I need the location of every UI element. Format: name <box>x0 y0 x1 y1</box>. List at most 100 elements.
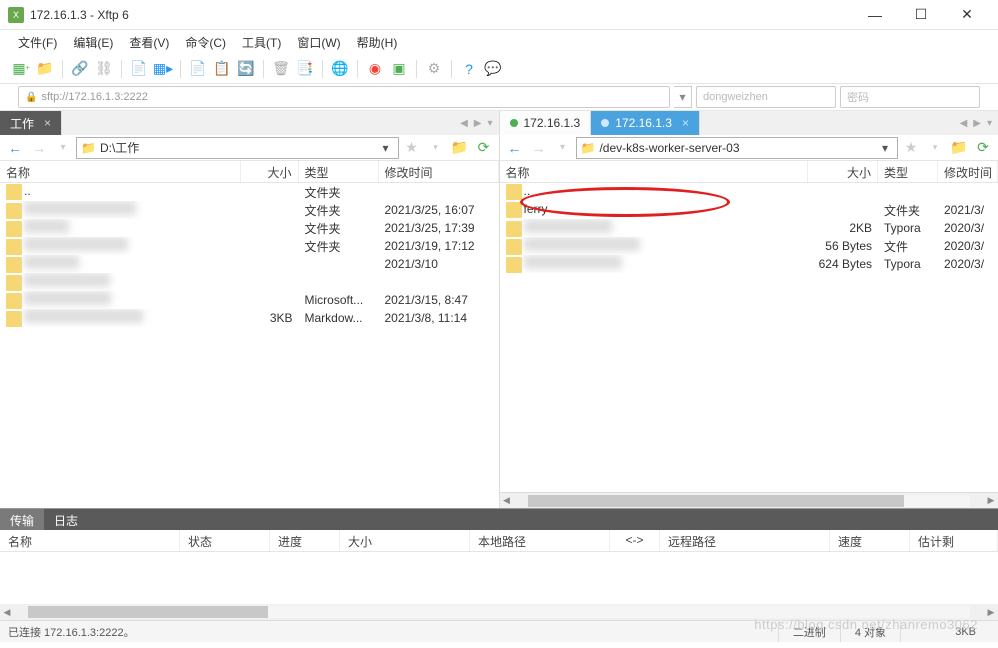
list-item[interactable]: 文件夹2021/3/25, 17:39 <box>0 219 499 237</box>
menu-view[interactable]: 查看(V) <box>123 32 175 53</box>
local-list[interactable]: ..文件夹文件夹2021/3/25, 16:07文件夹2021/3/25, 17… <box>0 183 499 508</box>
globe-icon[interactable]: 🌐 <box>329 58 351 80</box>
hdr-mtime[interactable]: 修改时间 <box>379 161 499 182</box>
bookmark-drop-icon[interactable]: ▾ <box>924 137 946 159</box>
list-item[interactable]: 2KBTypora2020/3/ <box>500 219 998 237</box>
chat-icon[interactable]: 💬 <box>482 58 504 80</box>
th-status[interactable]: 状态 <box>180 530 270 551</box>
local-tab-work[interactable]: 工作 × <box>0 111 62 135</box>
tab-menu-icon[interactable]: ▾ <box>987 118 992 129</box>
local-path-input[interactable]: 📁 D:\工作 ▾ <box>76 137 399 159</box>
list-item[interactable]: ferry文件夹2021/3/ <box>500 201 998 219</box>
close-button[interactable]: ✕ <box>944 0 990 30</box>
tab-close-icon[interactable]: × <box>44 116 51 130</box>
tab-transfer[interactable]: 传输 <box>0 509 44 530</box>
bookmark-drop-icon[interactable]: ▾ <box>425 137 447 159</box>
bookmark-icon[interactable]: ★ <box>900 137 922 159</box>
menu-tools[interactable]: 工具(T) <box>236 32 287 53</box>
menu-help[interactable]: 帮助(H) <box>351 32 404 53</box>
reconnect-icon[interactable]: 🔗 <box>69 58 91 80</box>
list-item[interactable]: 2021/3/10 <box>0 255 499 273</box>
remote-h-scroll[interactable]: ◀ ▶ <box>500 492 998 508</box>
hdr-name[interactable]: 名称 <box>500 161 809 182</box>
new-session-icon[interactable]: ▦+ <box>10 58 32 80</box>
remote-tab-2[interactable]: 172.16.1.3 × <box>591 111 700 135</box>
address-input[interactable]: 🔒 sftp://172.16.1.3:2222 <box>18 86 670 108</box>
paste-icon[interactable]: 📋 <box>211 58 233 80</box>
hdr-type[interactable]: 类型 <box>299 161 379 182</box>
list-item[interactable]: 624 BytesTypora2020/3/ <box>500 255 998 273</box>
list-item[interactable] <box>0 273 499 291</box>
th-remote[interactable]: 远程路径 <box>660 530 830 551</box>
home-icon[interactable]: 📁 <box>449 137 471 159</box>
tab-prev-icon[interactable]: ◀ <box>960 118 968 129</box>
list-item[interactable]: .. <box>500 183 998 201</box>
password-input[interactable]: 密码 <box>840 86 980 108</box>
th-eta[interactable]: 估计剩 <box>910 530 998 551</box>
settings-icon[interactable]: ⚙ <box>423 58 445 80</box>
disconnect-icon[interactable]: ⛓ <box>93 58 115 80</box>
hdr-name[interactable]: 名称 <box>0 161 241 182</box>
tab-next-icon[interactable]: ▶ <box>474 118 482 129</box>
menu-edit[interactable]: 编辑(E) <box>67 32 119 53</box>
list-item[interactable]: Microsoft...2021/3/15, 8:47 <box>0 291 499 309</box>
username-input[interactable]: dongweizhen <box>696 86 836 108</box>
tab-close-icon[interactable]: × <box>682 116 689 130</box>
sync-icon[interactable]: ▦▸ <box>152 58 174 80</box>
path-dropdown-icon[interactable]: ▾ <box>877 141 893 155</box>
forward-button[interactable]: → <box>28 137 50 159</box>
up-button[interactable]: ▾ <box>52 137 74 159</box>
copy-icon[interactable]: 📄 <box>187 58 209 80</box>
new-folder-icon[interactable]: 📄 <box>128 58 150 80</box>
tab-log[interactable]: 日志 <box>44 509 88 530</box>
list-item[interactable]: 文件夹2021/3/25, 16:07 <box>0 201 499 219</box>
hdr-mtime[interactable]: 修改时间 <box>938 161 998 182</box>
menu-file[interactable]: 文件(F) <box>12 32 63 53</box>
home-icon[interactable]: 📁 <box>948 137 970 159</box>
forward-button[interactable]: → <box>528 137 550 159</box>
th-size[interactable]: 大小 <box>340 530 470 551</box>
tab-menu-icon[interactable]: ▾ <box>487 118 492 129</box>
menu-window[interactable]: 窗口(W) <box>291 32 346 53</box>
remote-tab-1[interactable]: 172.16.1.3 <box>500 111 592 135</box>
scroll-left-icon[interactable]: ◀ <box>0 607 14 618</box>
tab-prev-icon[interactable]: ◀ <box>460 118 468 129</box>
scroll-left-icon[interactable]: ◀ <box>500 495 514 506</box>
list-item[interactable]: 56 Bytes文件2020/3/ <box>500 237 998 255</box>
remote-path-input[interactable]: 📁 /dev-k8s-worker-server-03 ▾ <box>576 137 899 159</box>
delete-icon[interactable]: 🗑 <box>270 58 292 80</box>
list-item[interactable]: 文件夹2021/3/19, 17:12 <box>0 237 499 255</box>
minimize-button[interactable]: — <box>852 0 898 30</box>
tab-next-icon[interactable]: ▶ <box>973 118 981 129</box>
hdr-type[interactable]: 类型 <box>878 161 938 182</box>
bookmark-icon[interactable]: ★ <box>401 137 423 159</box>
remote-list[interactable]: ..ferry文件夹2021/3/2KBTypora2020/3/56 Byte… <box>500 183 998 492</box>
link-icon[interactable]: ▣ <box>388 58 410 80</box>
open-session-icon[interactable]: 📁 <box>34 58 56 80</box>
up-button[interactable]: ▾ <box>552 137 574 159</box>
bottom-h-scroll[interactable]: ◀ ▶ <box>0 604 998 620</box>
back-button[interactable]: ← <box>504 137 526 159</box>
path-dropdown-icon[interactable]: ▾ <box>378 141 394 155</box>
refresh-pane-icon[interactable]: ⟳ <box>972 137 994 159</box>
help-icon[interactable]: ? <box>458 58 480 80</box>
properties-icon[interactable]: 📑 <box>294 58 316 80</box>
list-item[interactable]: 3KBMarkdow...2021/3/8, 11:14 <box>0 309 499 327</box>
hdr-size[interactable]: 大小 <box>808 161 878 182</box>
address-dropdown[interactable]: ▾ <box>674 86 692 108</box>
menu-cmd[interactable]: 命令(C) <box>179 32 232 53</box>
refresh-pane-icon[interactable]: ⟳ <box>473 137 495 159</box>
th-local[interactable]: 本地路径 <box>470 530 610 551</box>
xshell-icon[interactable]: ◉ <box>364 58 386 80</box>
th-arrow[interactable]: <-> <box>610 530 660 551</box>
list-item[interactable]: ..文件夹 <box>0 183 499 201</box>
back-button[interactable]: ← <box>4 137 26 159</box>
scroll-right-icon[interactable]: ▶ <box>984 607 998 618</box>
scroll-right-icon[interactable]: ▶ <box>984 495 998 506</box>
th-speed[interactable]: 速度 <box>830 530 910 551</box>
hdr-size[interactable]: 大小 <box>241 161 299 182</box>
th-name[interactable]: 名称 <box>0 530 180 551</box>
refresh-icon[interactable]: 🔄 <box>235 58 257 80</box>
maximize-button[interactable]: ☐ <box>898 0 944 30</box>
th-progress[interactable]: 进度 <box>270 530 340 551</box>
